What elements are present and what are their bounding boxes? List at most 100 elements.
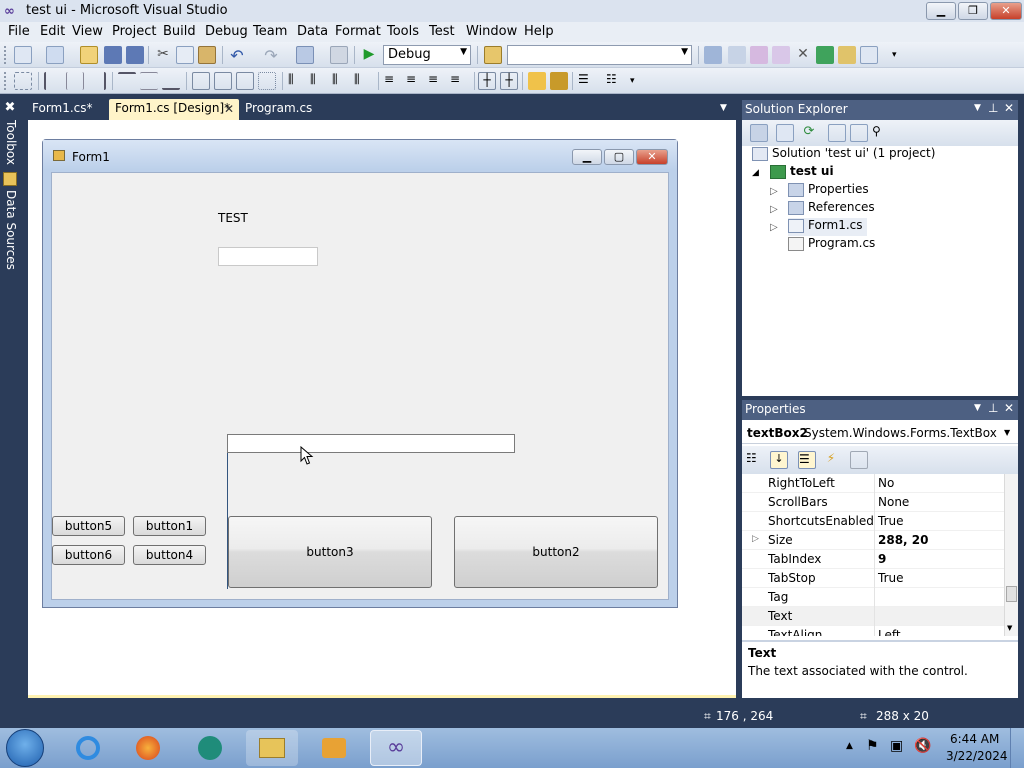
menu-test[interactable]: Test	[429, 24, 455, 39]
events-icon[interactable]: ⚡	[822, 451, 840, 469]
visual-studio-taskbar-icon[interactable]: ∞	[370, 730, 422, 766]
tree-item-properties[interactable]: Properties	[788, 182, 869, 200]
pin-icon[interactable]: ⊥	[988, 401, 998, 415]
bring-to-front-icon[interactable]	[528, 72, 546, 90]
copy-icon[interactable]	[176, 46, 194, 64]
center-horizontally-icon[interactable]: ┼	[478, 72, 496, 90]
tab-order-icon[interactable]: ☰	[578, 72, 596, 90]
property-row[interactable]: TabStop True	[742, 569, 1004, 588]
menu-tools[interactable]: Tools	[387, 24, 419, 39]
menu-project[interactable]: Project	[112, 24, 156, 39]
refresh-icon[interactable]: ⟳	[800, 124, 818, 142]
toolbox-icon[interactable]: ✖	[2, 100, 18, 116]
send-to-back-icon[interactable]	[550, 72, 568, 90]
menu-view[interactable]: View	[72, 24, 103, 39]
undo-icon[interactable]: ↶	[228, 46, 246, 65]
vertical-spacing-equal-icon[interactable]: ≡	[384, 72, 402, 90]
form1-window[interactable]: Form1 ▁ ▢ ✕ TEST button5 button1 button6…	[42, 139, 678, 608]
property-value[interactable]: True	[878, 514, 904, 528]
panel-close-icon[interactable]: ✕	[1004, 101, 1014, 115]
align-middles-icon[interactable]	[140, 72, 158, 90]
pin-icon[interactable]: ⊥	[988, 101, 998, 115]
make-same-size-icon[interactable]	[236, 72, 254, 90]
close-button[interactable]: ✕	[990, 2, 1022, 20]
object-browser-icon[interactable]	[750, 46, 768, 64]
button3[interactable]: button3	[228, 516, 432, 588]
property-value[interactable]: No	[878, 476, 894, 490]
paste-icon[interactable]	[198, 46, 216, 64]
data-sources-icon[interactable]	[3, 172, 17, 186]
button2[interactable]: button2	[454, 516, 658, 588]
active-files-dropdown-icon[interactable]: ▼	[720, 103, 727, 113]
navigate-forward-icon[interactable]	[330, 46, 348, 64]
network-icon[interactable]: ▣	[890, 738, 903, 754]
textbox2[interactable]	[227, 434, 515, 453]
toolbox-tab[interactable]: Toolbox	[2, 120, 18, 165]
command-window-icon[interactable]	[860, 46, 878, 64]
toolbar-overflow-icon[interactable]: ▾	[630, 76, 635, 86]
property-row[interactable]: ShortcutsEnabled True	[742, 512, 1004, 531]
horizontal-spacing-equal-icon[interactable]: ⫼	[288, 72, 306, 90]
scroll-down-icon[interactable]: ▼	[1007, 624, 1012, 632]
panel-dropdown-icon[interactable]: ▼	[974, 103, 981, 113]
menu-build[interactable]: Build	[163, 24, 196, 39]
button1[interactable]: button1	[133, 516, 206, 536]
expand-arrow-icon[interactable]: ▷	[770, 186, 778, 197]
button5[interactable]: button5	[52, 516, 125, 536]
align-bottoms-icon[interactable]	[162, 72, 180, 90]
textbox1[interactable]	[218, 247, 318, 266]
menu-file[interactable]: File	[8, 24, 30, 39]
show-all-files-icon[interactable]	[776, 124, 794, 142]
collapse-arrow-icon[interactable]: ◢	[752, 168, 759, 178]
toolbar-grip[interactable]	[4, 72, 8, 90]
tab-program-cs[interactable]: Program.cs	[239, 99, 318, 120]
property-row[interactable]: Tag	[742, 588, 1004, 607]
size-to-grid-icon[interactable]	[258, 72, 276, 90]
panel-close-icon[interactable]: ✕	[1004, 401, 1014, 415]
minimize-button[interactable]: ▁	[926, 2, 956, 20]
toolbar-overflow-icon[interactable]: ▾	[892, 50, 897, 60]
menu-help[interactable]: Help	[524, 24, 554, 39]
expand-arrow-icon[interactable]: ▷	[770, 222, 778, 233]
button6[interactable]: button6	[52, 545, 125, 565]
internet-explorer-taskbar-icon[interactable]	[62, 730, 114, 766]
property-pages-icon[interactable]	[850, 451, 868, 469]
tab-form1-design[interactable]: Form1.cs [Design]*	[109, 99, 239, 120]
form-minimize-button[interactable]: ▁	[572, 149, 602, 165]
property-value[interactable]: 288, 20	[878, 533, 928, 547]
toolbox-icon[interactable]	[772, 46, 790, 64]
new-project-icon[interactable]	[14, 46, 32, 64]
menu-team[interactable]: Team	[253, 24, 287, 39]
file-explorer-taskbar-icon[interactable]	[246, 730, 298, 766]
solution-explorer-icon[interactable]	[704, 46, 722, 64]
expand-arrow-icon[interactable]: ▷	[770, 204, 778, 215]
action-center-flag-icon[interactable]: ⚑	[866, 738, 879, 754]
start-page-icon[interactable]	[816, 46, 834, 64]
data-sources-tab[interactable]: Data Sources	[2, 190, 18, 270]
app-taskbar-icon[interactable]	[184, 730, 236, 766]
view-code-icon[interactable]	[828, 124, 846, 142]
property-row[interactable]: ScrollBars None	[742, 493, 1004, 512]
property-row[interactable]: RightToLeft No	[742, 474, 1004, 493]
show-hidden-icons-icon[interactable]: ▲	[846, 741, 853, 751]
close-tab-icon[interactable]: ✕	[224, 102, 234, 116]
properties-window-icon[interactable]	[728, 46, 746, 64]
horizontal-spacing-increase-icon[interactable]: ⫼	[310, 72, 328, 90]
volume-muted-icon[interactable]: 🔇	[914, 738, 931, 754]
tree-item-solution[interactable]: Solution 'test ui' (1 project)	[752, 146, 935, 164]
tree-item-references[interactable]: References	[788, 200, 875, 218]
find-in-files-icon[interactable]	[484, 46, 502, 64]
solution-configuration-combo[interactable]: Debug ▼	[383, 45, 471, 65]
horizontal-spacing-decrease-icon[interactable]: ⫼	[332, 72, 350, 90]
property-row[interactable]: TextAlign Left	[742, 626, 1004, 636]
maximize-button[interactable]: ❐	[958, 2, 988, 20]
redo-icon[interactable]: ↷	[262, 46, 280, 65]
object-selector[interactable]: textBox2 System.Windows.Forms.TextBox ▼	[742, 422, 1018, 444]
make-same-height-icon[interactable]	[214, 72, 232, 90]
menu-data[interactable]: Data	[297, 24, 328, 39]
property-grid-scrollbar[interactable]: ▼	[1004, 474, 1018, 636]
horizontal-spacing-remove-icon[interactable]: ⫼	[354, 72, 372, 90]
start-debugging-icon[interactable]: ▶	[360, 46, 378, 64]
alphabetical-icon[interactable]: ↓	[770, 451, 788, 469]
save-icon[interactable]	[104, 46, 122, 64]
